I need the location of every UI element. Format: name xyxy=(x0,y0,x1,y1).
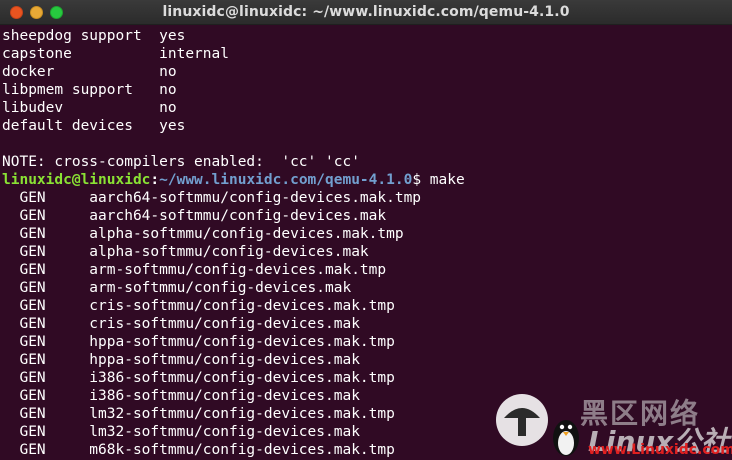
command-text: make xyxy=(429,172,465,188)
output-line: docker no xyxy=(2,64,177,80)
prompt-separator: : xyxy=(150,172,160,188)
output-line: GEN alpha-softmmu/config-devices.mak xyxy=(2,244,369,260)
output-line: GEN lm32-softmmu/config-devices.mak xyxy=(2,424,360,440)
prompt-line: linuxidc@linuxidc:~/www.linuxidc.com/qem… xyxy=(0,171,732,189)
prompt-path: ~/www.linuxidc.com/qemu-4.1.0 xyxy=(159,172,413,188)
output-line: GEN aarch64-softmmu/config-devices.mak xyxy=(2,208,387,224)
output-line: GEN aarch64-softmmu/config-devices.mak.t… xyxy=(2,190,422,206)
output-line: GEN cris-softmmu/config-devices.mak.tmp xyxy=(2,298,395,314)
title-bar[interactable]: × − + linuxidc@linuxidc: ~/www.linuxidc.… xyxy=(0,0,732,25)
output-line: GEN lm32-softmmu/config-devices.mak.tmp xyxy=(2,406,395,422)
output-line: sheepdog support yes xyxy=(2,28,186,44)
prompt-symbol: $ xyxy=(412,172,430,188)
output-line: GEN m68k-softmmu/config-devices.mak.tmp xyxy=(2,442,395,458)
output-line: libudev no xyxy=(2,100,177,116)
output-line: GEN hppa-softmmu/config-devices.mak xyxy=(2,352,360,368)
output-line: capstone internal xyxy=(2,46,229,62)
output-line: GEN arm-softmmu/config-devices.mak.tmp xyxy=(2,262,387,278)
window-title: linuxidc@linuxidc: ~/www.linuxidc.com/qe… xyxy=(162,4,570,20)
prompt-user-host: linuxidc@linuxidc xyxy=(2,172,151,188)
output-line: GEN alpha-softmmu/config-devices.mak.tmp xyxy=(2,226,404,242)
output-line: GEN arm-softmmu/config-devices.mak xyxy=(2,280,352,296)
output-line: GEN i386-softmmu/config-devices.mak xyxy=(2,388,360,404)
output-line: libpmem support no xyxy=(2,82,177,98)
output-line: NOTE: cross-compilers enabled: 'cc' 'cc' xyxy=(2,154,360,170)
output-line: GEN cris-softmmu/config-devices.mak xyxy=(2,316,360,332)
terminal-output[interactable]: sheepdog support yes capstone internal d… xyxy=(0,27,732,460)
output-line: default devices yes xyxy=(2,118,186,134)
output-line: GEN hppa-softmmu/config-devices.mak.tmp xyxy=(2,334,395,350)
terminal-window: × − + linuxidc@linuxidc: ~/www.linuxidc.… xyxy=(0,0,732,460)
output-line: GEN i386-softmmu/config-devices.mak.tmp xyxy=(2,370,395,386)
